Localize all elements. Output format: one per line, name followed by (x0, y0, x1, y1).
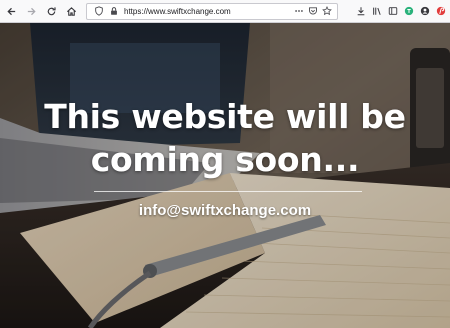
account-icon[interactable] (417, 2, 432, 21)
urlbar-actions (292, 5, 334, 18)
shield-icon[interactable] (92, 5, 105, 18)
toolbar-right-icons (352, 2, 448, 21)
extension-green-icon[interactable] (401, 2, 416, 21)
reload-icon (47, 6, 56, 15)
more-icon[interactable] (292, 5, 305, 18)
sidebar-icon[interactable] (385, 2, 400, 21)
pocket-icon[interactable] (306, 5, 319, 18)
back-button[interactable] (2, 2, 20, 21)
url-text[interactable]: https://www.swiftxchange.com (124, 7, 292, 16)
address-bar[interactable]: https://www.swiftxchange.com (86, 2, 338, 20)
bookmark-star-icon[interactable] (320, 5, 333, 18)
extension-red-icon[interactable] (433, 2, 448, 21)
headline-divider (94, 191, 362, 192)
home-button[interactable] (62, 2, 80, 21)
library-icon[interactable] (369, 2, 384, 21)
forward-button[interactable] (22, 2, 40, 21)
home-icon (66, 6, 76, 16)
coming-soon-headline: This website will be coming soon... (44, 97, 406, 179)
download-icon[interactable] (353, 2, 368, 21)
web-page: This website will be coming soon... info… (0, 23, 450, 328)
lock-icon[interactable] (107, 5, 120, 18)
reload-button[interactable] (42, 2, 60, 21)
browser-toolbar: https://www.swiftxchange.com (0, 0, 450, 23)
forward-arrow-icon (27, 7, 36, 15)
back-arrow-icon (6, 7, 15, 15)
contact-email[interactable]: info@swiftxchange.com (0, 202, 450, 219)
